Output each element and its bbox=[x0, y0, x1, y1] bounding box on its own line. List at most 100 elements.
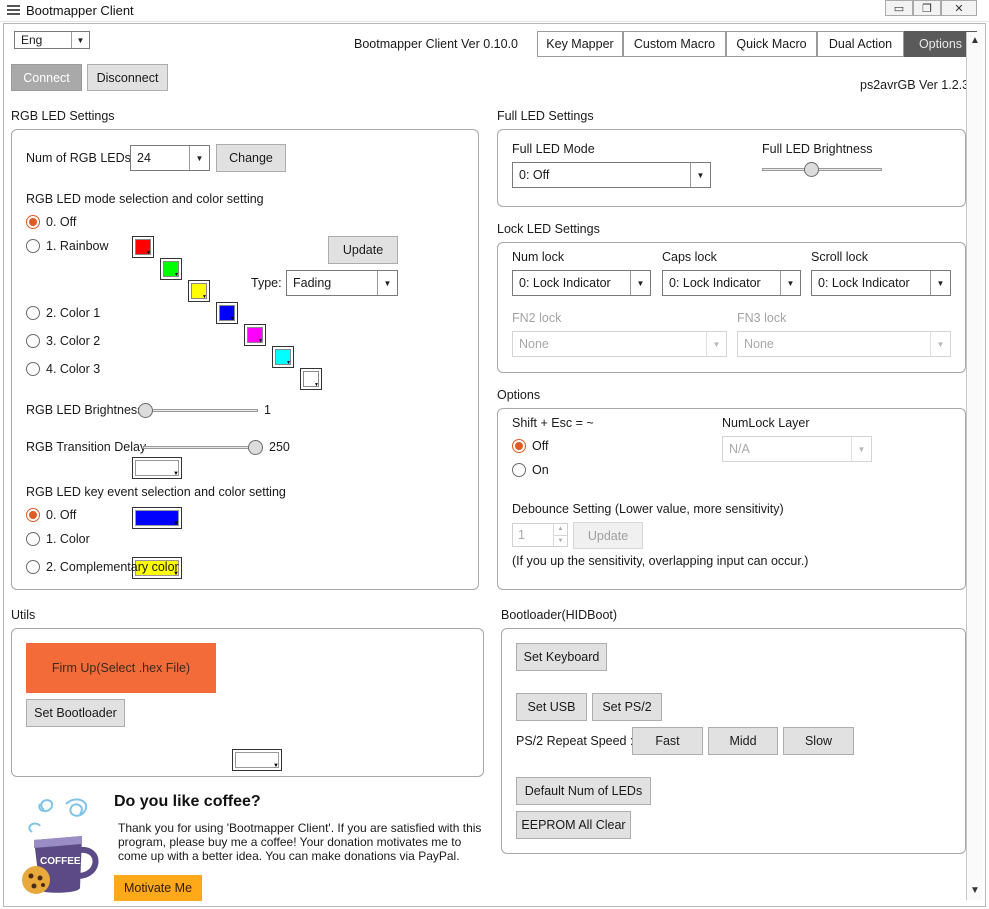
type-select[interactable]: Fading ▼ bbox=[286, 270, 398, 296]
full-led-brightness-label: Full LED Brightness bbox=[762, 142, 873, 156]
scroll-lock-value: 0: Lock Indicator bbox=[818, 276, 910, 290]
num-rgb-leds-label: Num of RGB LEDs bbox=[26, 151, 131, 165]
language-select[interactable]: Eng ▼ bbox=[14, 31, 90, 49]
fn3-lock-select[interactable]: None ▼ bbox=[737, 331, 951, 357]
chevron-down-icon: ▼ bbox=[930, 271, 950, 295]
rainbow-swatch[interactable]: ▼ bbox=[300, 368, 322, 390]
chevron-down-icon: ▼ bbox=[706, 332, 726, 356]
tab-dual-action[interactable]: Dual Action bbox=[817, 31, 904, 57]
minimize-button[interactable]: ▭ bbox=[885, 0, 913, 16]
chevron-down-icon: ▼ bbox=[780, 271, 800, 295]
version-label: Bootmapper Client Ver 0.10.0 bbox=[354, 37, 518, 51]
shift-esc-on-radio[interactable] bbox=[512, 463, 526, 477]
key-color-label: 1. Color bbox=[46, 532, 90, 546]
full-led-brightness-slider[interactable] bbox=[762, 161, 882, 177]
connect-button[interactable]: Connect bbox=[11, 64, 82, 91]
chevron-down-icon: ▼ bbox=[71, 32, 89, 48]
key-color-radio[interactable] bbox=[26, 532, 40, 546]
fn2-lock-select[interactable]: None ▼ bbox=[512, 331, 727, 357]
full-led-mode-select[interactable]: 0: Off ▼ bbox=[512, 162, 711, 188]
debounce-update-button[interactable]: Update bbox=[573, 522, 643, 549]
rainbow-swatch[interactable]: ▼ bbox=[244, 324, 266, 346]
scroll-down-icon[interactable]: ▼ bbox=[967, 882, 983, 898]
num-rgb-leds-value: 24 bbox=[137, 151, 151, 165]
full-led-section-title: Full LED Settings bbox=[497, 109, 594, 123]
mode-rainbow-radio[interactable] bbox=[26, 239, 40, 253]
rgb-transition-label: RGB Transition Delay bbox=[26, 440, 147, 454]
rainbow-swatch[interactable]: ▼ bbox=[160, 258, 182, 280]
lock-led-section-title: Lock LED Settings bbox=[497, 222, 600, 236]
slow-button[interactable]: Slow bbox=[783, 727, 854, 755]
shift-esc-off-label: Off bbox=[532, 439, 549, 453]
set-usb-button[interactable]: Set USB bbox=[516, 693, 587, 721]
chevron-down-icon: ▼ bbox=[690, 163, 710, 187]
change-button[interactable]: Change bbox=[216, 144, 286, 172]
coffee-title: Do you like coffee? bbox=[114, 793, 261, 810]
slider-thumb[interactable] bbox=[138, 403, 153, 418]
color2-picker[interactable]: ▼ bbox=[132, 507, 182, 529]
numlock-layer-select[interactable]: N/A ▼ bbox=[722, 436, 872, 462]
full-led-mode-label: Full LED Mode bbox=[512, 142, 595, 156]
vertical-scrollbar[interactable]: ▲ ▼ bbox=[966, 32, 983, 900]
rainbow-swatch[interactable]: ▼ bbox=[272, 346, 294, 368]
default-num-leds-button[interactable]: Default Num of LEDs bbox=[516, 777, 651, 805]
slider-track bbox=[143, 446, 263, 449]
set-bootloader-button[interactable]: Set Bootloader bbox=[26, 699, 125, 727]
rainbow-update-button[interactable]: Update bbox=[328, 236, 398, 264]
tab-key-mapper[interactable]: Key Mapper bbox=[537, 31, 623, 57]
scroll-lock-select[interactable]: 0: Lock Indicator ▼ bbox=[811, 270, 951, 296]
slider-track bbox=[762, 168, 882, 171]
mode-off-label: 0. Off bbox=[46, 215, 77, 229]
app-menu-icon[interactable] bbox=[7, 5, 20, 16]
rainbow-swatch[interactable]: ▼ bbox=[188, 280, 210, 302]
scroll-up-icon[interactable]: ▲ bbox=[967, 32, 983, 48]
numlock-layer-value: N/A bbox=[729, 442, 750, 456]
mode-color2-radio[interactable] bbox=[26, 334, 40, 348]
rgb-transition-slider[interactable] bbox=[143, 439, 263, 455]
chevron-down-icon: ▼ bbox=[930, 332, 950, 356]
dropdown-icon: ▼ bbox=[173, 521, 179, 527]
eeprom-clear-button[interactable]: EEPROM All Clear bbox=[516, 811, 631, 839]
tab-custom-macro[interactable]: Custom Macro bbox=[623, 31, 726, 57]
dropdown-icon: ▼ bbox=[173, 471, 179, 477]
key-complementary-radio[interactable] bbox=[26, 560, 40, 574]
close-button[interactable]: ✕ bbox=[941, 0, 977, 16]
dropdown-icon: ▼ bbox=[174, 272, 179, 278]
slider-thumb[interactable] bbox=[248, 440, 263, 455]
shift-esc-off-radio[interactable] bbox=[512, 439, 526, 453]
slider-thumb[interactable] bbox=[804, 162, 819, 177]
bootloader-section-title: Bootloader(HIDBoot) bbox=[501, 608, 618, 622]
caps-lock-select[interactable]: 0: Lock Indicator ▼ bbox=[662, 270, 801, 296]
mode-color1-radio[interactable] bbox=[26, 306, 40, 320]
set-keyboard-button[interactable]: Set Keyboard bbox=[516, 643, 607, 671]
disconnect-button[interactable]: Disconnect bbox=[87, 64, 168, 91]
type-label: Type: bbox=[251, 276, 282, 290]
rainbow-swatch[interactable]: ▼ bbox=[132, 236, 154, 258]
full-led-mode-value: 0: Off bbox=[519, 168, 550, 182]
motivate-me-button[interactable]: Motivate Me bbox=[114, 875, 202, 901]
num-rgb-leds-select[interactable]: 24 ▼ bbox=[130, 145, 210, 171]
window-title: Bootmapper Client bbox=[26, 3, 134, 18]
debounce-label: Debounce Setting (Lower value, more sens… bbox=[512, 502, 784, 516]
restore-button[interactable]: ❐ bbox=[913, 0, 941, 16]
rainbow-swatch[interactable]: ▼ bbox=[216, 302, 238, 324]
debounce-value: 1 bbox=[518, 528, 525, 542]
slider-track bbox=[138, 409, 258, 412]
debounce-spinner[interactable]: 1 ▲ ▼ bbox=[512, 523, 568, 547]
spin-down-icon[interactable]: ▼ bbox=[554, 536, 567, 547]
spin-up-icon[interactable]: ▲ bbox=[554, 524, 567, 536]
num-lock-select[interactable]: 0: Lock Indicator ▼ bbox=[512, 270, 651, 296]
mode-color3-radio[interactable] bbox=[26, 362, 40, 376]
mode-off-radio[interactable] bbox=[26, 215, 40, 229]
tab-quick-macro[interactable]: Quick Macro bbox=[726, 31, 817, 57]
firm-up-button[interactable]: Firm Up(Select .hex File) bbox=[26, 643, 216, 693]
key-off-radio[interactable] bbox=[26, 508, 40, 522]
fast-button[interactable]: Fast bbox=[632, 727, 703, 755]
dropdown-icon: ▼ bbox=[230, 316, 235, 322]
rgb-brightness-slider[interactable] bbox=[138, 402, 258, 418]
debounce-note: (If you up the sensitivity, overlapping … bbox=[512, 554, 809, 568]
midd-button[interactable]: Midd bbox=[708, 727, 778, 755]
dropdown-icon: ▼ bbox=[258, 338, 263, 344]
set-ps2-button[interactable]: Set PS/2 bbox=[592, 693, 662, 721]
color1-picker[interactable]: ▼ bbox=[132, 457, 182, 479]
